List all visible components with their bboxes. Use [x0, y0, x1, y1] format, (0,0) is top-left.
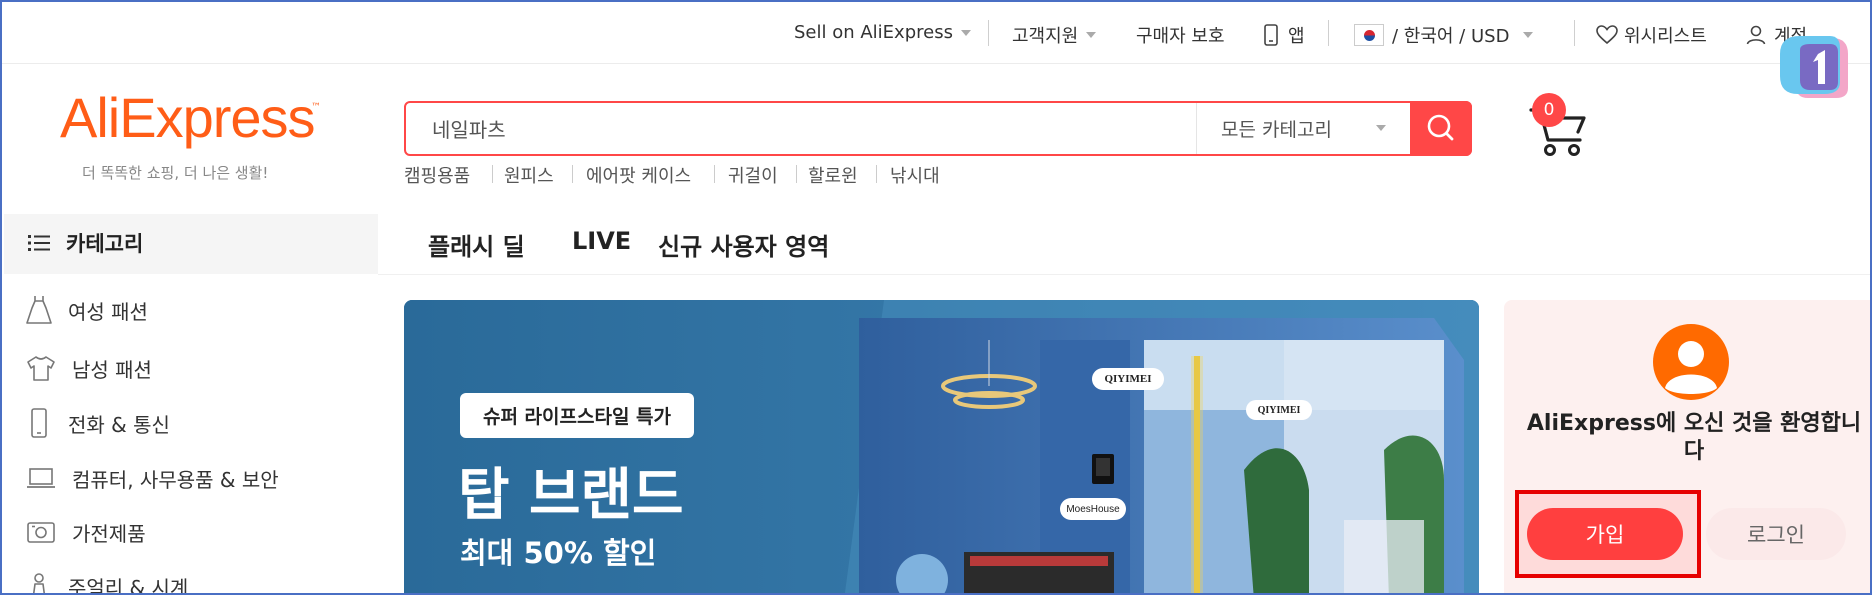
sell-label: Sell on AliExpress: [794, 22, 953, 43]
heart-icon: [1596, 25, 1618, 45]
shirt-icon: [27, 356, 55, 381]
brand-label: QIYIMEI: [1246, 400, 1312, 420]
join-button[interactable]: 가입: [1527, 508, 1683, 560]
divider: [988, 20, 989, 46]
category-title: 카테고리: [66, 232, 144, 256]
brand-label: QIYIMEI: [1092, 368, 1164, 390]
search-icon: [1427, 114, 1454, 141]
logo-tagline: 더 똑똑한 쇼핑, 더 나은 생활!: [82, 164, 269, 182]
brand-label: MoesHouse: [1060, 498, 1126, 520]
nav-flash-deals[interactable]: 플래시 딜: [428, 227, 525, 262]
sidebar-item-label: 남성 패션: [72, 357, 152, 382]
hot-keyword-link[interactable]: 할로윈: [808, 162, 858, 188]
jewelry-icon: [32, 573, 46, 593]
search-input[interactable]: [406, 103, 1196, 154]
hot-keyword-link[interactable]: 캠핑용품: [404, 162, 470, 188]
cart-count-badge: 0: [1532, 93, 1566, 127]
dress-icon: [26, 296, 52, 324]
login-button[interactable]: 로그인: [1706, 508, 1846, 560]
app-link[interactable]: 앱: [1264, 22, 1305, 48]
divider: [796, 165, 797, 183]
category-dropdown-label: 모든 카테고리: [1221, 119, 1332, 141]
divider: [378, 274, 1870, 275]
korea-flag-icon: [1354, 24, 1384, 46]
divider: [492, 165, 493, 183]
promo-subtitle: 최대 50% 할인: [460, 536, 657, 570]
category-dropdown[interactable]: 모든 카테고리: [1196, 103, 1414, 154]
laptop-icon: [27, 468, 55, 488]
user-icon: [1746, 25, 1766, 45]
divider: [572, 165, 573, 183]
divider: [714, 165, 715, 183]
promo-title: 탑 브랜드: [458, 463, 684, 528]
buyer-protection-link[interactable]: 구매자 보호: [1136, 22, 1225, 48]
sidebar-item-label: 주얼리 & 시계: [68, 575, 189, 595]
category-header: [4, 214, 378, 274]
mobile-phone-icon: [1264, 24, 1278, 46]
chevron-down-icon: [1086, 32, 1097, 38]
buyer-protection-label: 구매자 보호: [1136, 26, 1225, 47]
hot-keyword-link[interactable]: 낚시대: [890, 162, 940, 188]
chevron-down-icon: [960, 29, 971, 36]
divider: [1328, 20, 1329, 46]
wishlist-label: 위시리스트: [1624, 26, 1707, 47]
chevron-down-icon: [1376, 125, 1386, 131]
sell-on-aliexpress-link[interactable]: Sell on AliExpress: [794, 22, 971, 43]
sidebar-item-jewelry[interactable]: 주얼리 & 시계: [26, 566, 366, 595]
sidebar-item-label: 컴퓨터, 사무용품 & 보안: [72, 467, 279, 492]
nav-live[interactable]: LIVE: [572, 227, 631, 255]
support-label: 고객지원: [1012, 26, 1079, 47]
sidebar-item-phones[interactable]: 전화 & 통신: [26, 403, 366, 443]
browser-page: Sell on AliExpress 고객지원 구매자 보호 앱 / 한국어 /…: [0, 0, 1872, 595]
sidebar-item-label: 전화 & 통신: [68, 412, 170, 437]
search-bar: 모든 카테고리: [404, 101, 1472, 156]
trademark-mark: ™: [311, 102, 321, 113]
divider: [1574, 20, 1575, 46]
appliance-icon: [27, 522, 55, 543]
wishlist-link[interactable]: 위시리스트: [1596, 22, 1707, 48]
sidebar-item-appliances[interactable]: 가전제품: [26, 512, 366, 552]
top-bar: Sell on AliExpress 고객지원 구매자 보호 앱 / 한국어 /…: [2, 2, 1870, 64]
customer-support-link[interactable]: 고객지원: [1012, 22, 1097, 48]
nav-new-user-zone[interactable]: 신규 사용자 영역: [658, 227, 829, 262]
chevron-down-icon: [1523, 32, 1534, 38]
aliexpress-logo[interactable]: AliExpress: [60, 90, 316, 146]
sidebar-item-label: 가전제품: [72, 521, 146, 546]
hot-keyword-link[interactable]: 귀걸이: [728, 162, 778, 188]
hot-keyword-link[interactable]: 에어팟 케이스: [586, 162, 691, 188]
sidebar-item-womens-fashion[interactable]: 여성 패션: [26, 290, 366, 330]
sidebar-item-mens-fashion[interactable]: 남성 패션: [26, 348, 366, 388]
list-icon: [28, 235, 50, 251]
search-button[interactable]: [1410, 101, 1472, 156]
hot-keyword-link[interactable]: 원피스: [504, 162, 554, 188]
language-currency-label: / 한국어 / USD: [1392, 26, 1510, 47]
language-currency-selector[interactable]: / 한국어 / USD: [1354, 22, 1534, 48]
promo-tag: 슈퍼 라이프스타일 특가: [460, 393, 694, 438]
avatar-icon: [1653, 324, 1729, 400]
sidebar-item-label: 여성 패션: [68, 299, 148, 324]
divider: [876, 165, 877, 183]
app-label: 앱: [1288, 26, 1305, 47]
welcome-message: AliExpress에 오신 것을 환영합니다: [1526, 411, 1862, 464]
sidebar-item-computers[interactable]: 컴퓨터, 사무용품 & 보안: [26, 458, 366, 498]
app-badge-icon: [1780, 36, 1848, 98]
phone-icon: [31, 408, 47, 438]
